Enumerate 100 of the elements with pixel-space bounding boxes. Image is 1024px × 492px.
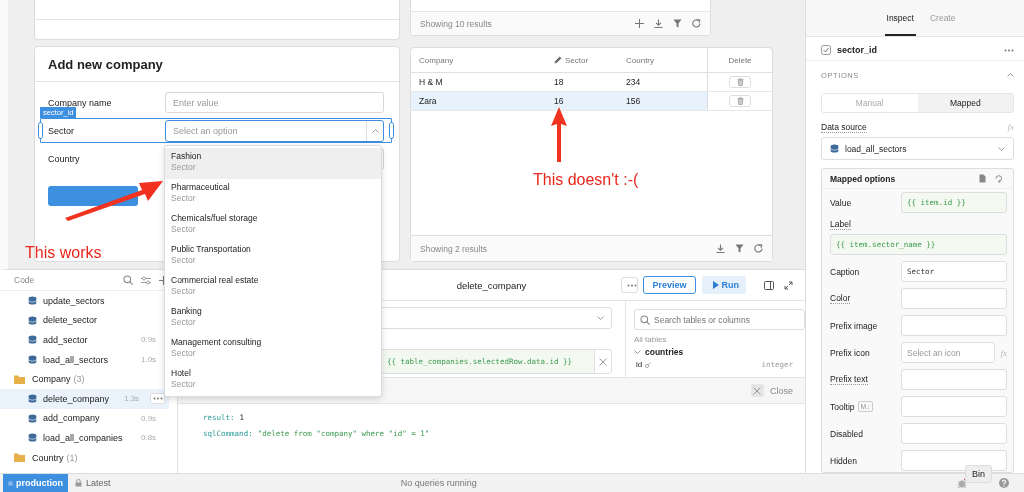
query-item[interactable]: load_all_companies 0.8s xyxy=(0,428,169,448)
column-header[interactable]: Country xyxy=(618,48,707,72)
reset-icon[interactable] xyxy=(994,174,1003,183)
query-item[interactable]: delete_company 1.3s xyxy=(0,388,169,409)
more-icon xyxy=(626,283,637,287)
panel-title: Code xyxy=(14,275,35,285)
option-caption: Sector xyxy=(171,379,197,390)
resize-handle[interactable] xyxy=(38,122,43,139)
help-icon[interactable] xyxy=(999,478,1009,488)
database-icon xyxy=(28,335,37,345)
annotation-arrow xyxy=(549,106,569,164)
input-field[interactable] xyxy=(901,396,1007,417)
more-icon xyxy=(152,397,163,401)
lock-icon xyxy=(75,479,82,487)
refresh-icon[interactable] xyxy=(754,244,763,253)
column-header[interactable]: Delete xyxy=(707,48,772,72)
table-cell: 156 xyxy=(618,92,707,110)
annotation-text: This works xyxy=(25,244,102,262)
more-button[interactable] xyxy=(150,393,165,405)
dropdown-option[interactable]: Fashion Sector xyxy=(165,148,381,179)
search-icon[interactable] xyxy=(123,275,133,285)
field-label: Value xyxy=(830,197,852,208)
download-icon[interactable] xyxy=(716,244,725,253)
box-title: Mapped options xyxy=(830,173,896,184)
option-caption: Sector xyxy=(171,286,197,297)
query-item[interactable]: add_company 0.9s xyxy=(0,408,169,429)
table-cell: Zara xyxy=(411,92,546,110)
folder-name: Country xyxy=(32,452,64,463)
caret-down-icon xyxy=(998,146,1005,151)
select-field[interactable]: load_all_sectors xyxy=(821,137,1014,160)
input-field[interactable] xyxy=(901,369,1007,390)
database-icon xyxy=(28,394,37,404)
option-caption: Sector xyxy=(171,193,197,204)
checkbox-icon xyxy=(821,45,831,55)
table-cell-text: 234 xyxy=(625,76,642,89)
input-field[interactable] xyxy=(901,423,1007,444)
table-cell: 16 xyxy=(546,92,618,110)
input-field[interactable] xyxy=(901,450,1007,471)
folder-name: Company xyxy=(32,374,71,385)
plus-icon[interactable] xyxy=(635,19,644,28)
download-icon[interactable] xyxy=(654,19,663,28)
column-header[interactable]: Sector xyxy=(546,48,618,72)
column-header[interactable]: Company xyxy=(411,48,546,72)
field-label: Data source xyxy=(821,121,867,133)
expand-icon[interactable] xyxy=(784,280,793,290)
filter-icon[interactable] xyxy=(735,244,744,253)
delete-button[interactable] xyxy=(729,95,751,107)
form-title: Add new company xyxy=(35,47,399,82)
field-label: Caption xyxy=(830,266,860,277)
dropdown-option[interactable]: Pharmaceutical Sector xyxy=(165,179,381,210)
column-name: id xyxy=(636,360,643,369)
close-icon xyxy=(753,386,762,395)
field-label: Hidden xyxy=(830,455,857,466)
option-label: Banking xyxy=(171,306,203,317)
play-icon xyxy=(712,281,719,289)
more-button[interactable] xyxy=(621,277,639,293)
preview-button[interactable]: Preview xyxy=(643,276,696,294)
input-field[interactable] xyxy=(901,315,1007,336)
database-icon xyxy=(28,296,37,306)
option-label: Commercial real estate xyxy=(171,275,260,286)
panel-icon[interactable] xyxy=(764,280,774,290)
tab[interactable]: Inspect xyxy=(884,0,916,36)
input-field[interactable]: Enter value xyxy=(165,92,384,113)
results-count: Showing 2 results xyxy=(420,243,488,254)
database-icon xyxy=(28,433,37,443)
close-button[interactable]: Close xyxy=(751,384,793,397)
dropdown-option[interactable]: Chemicals/fuel storage Sector xyxy=(165,210,381,241)
selected-row[interactable]: Zara 16 156 xyxy=(411,92,772,111)
version-button[interactable]: Latest xyxy=(75,478,111,488)
more-icon[interactable] xyxy=(1004,48,1014,52)
status-dot-icon xyxy=(8,480,13,486)
option-caption: Sector xyxy=(171,317,197,328)
folder-icon xyxy=(14,374,26,384)
resize-handle[interactable] xyxy=(389,122,394,139)
tooltip: Bin xyxy=(965,465,992,483)
delete-button[interactable] xyxy=(729,76,751,88)
caret-up-icon xyxy=(1007,73,1014,77)
search-field[interactable]: Search tables or columns xyxy=(634,309,805,330)
database-icon xyxy=(28,355,37,365)
database-icon xyxy=(830,144,839,153)
option-caption: Sector xyxy=(171,255,197,266)
option-label: Management consulting xyxy=(171,337,263,348)
run-button[interactable]: Run xyxy=(701,276,746,294)
trash-icon xyxy=(736,97,744,105)
pencil-icon xyxy=(554,56,562,64)
refresh-icon[interactable] xyxy=(692,19,701,28)
sliders-icon[interactable] xyxy=(141,275,151,285)
dropdown-option[interactable]: Public Transportation Sector xyxy=(165,241,381,272)
filter-icon[interactable] xyxy=(673,19,682,28)
field-label: Prefix image xyxy=(830,320,878,331)
option-label: Chemicals/fuel storage xyxy=(171,213,259,224)
option-label: Pharmaceutical xyxy=(171,182,231,193)
query-title: delete_company xyxy=(456,279,527,291)
bug-icon[interactable] xyxy=(957,478,967,488)
document-icon[interactable] xyxy=(979,174,986,183)
option-label: Public Transportation xyxy=(171,244,252,255)
option-label: Fashion xyxy=(171,151,203,162)
option-caption: Sector xyxy=(171,224,197,235)
field-label: Prefix icon xyxy=(830,347,870,358)
input-field[interactable] xyxy=(901,288,1007,309)
